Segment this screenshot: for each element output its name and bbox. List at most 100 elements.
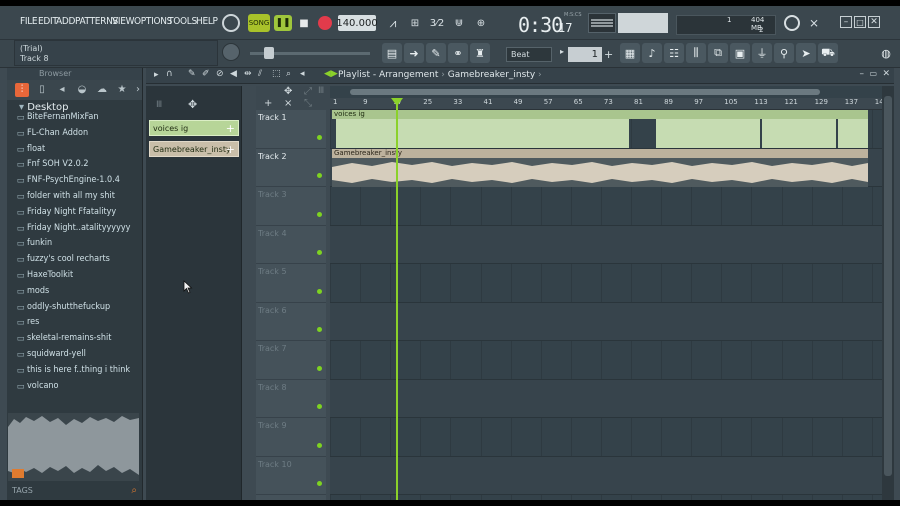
picker-clip-voices[interactable]: voices ig + xyxy=(149,120,239,136)
browser-folder[interactable]: ▭ BiteFernanMixFan xyxy=(7,110,143,126)
browser-folder[interactable]: ▭ folder with all my shit xyxy=(7,189,143,205)
sender-icon[interactable]: ➤ xyxy=(796,43,816,63)
channel-rack-icon[interactable]: ☷ xyxy=(664,43,684,63)
track-led-icon[interactable] xyxy=(317,327,322,332)
menu-file[interactable]: FILE xyxy=(20,16,38,30)
track-move-icon[interactable]: ✥ xyxy=(284,86,292,97)
clip-voices[interactable]: voices ig xyxy=(332,110,868,148)
menu-tools[interactable]: TOOLS xyxy=(168,16,197,30)
plugin-picker-icon[interactable]: ▣ xyxy=(730,43,750,63)
track-header[interactable]: Track 5 xyxy=(256,264,326,303)
playback-tool-icon[interactable]: ◂ xyxy=(300,69,305,79)
menu-add[interactable]: ADD xyxy=(56,16,75,30)
browser-star-icon[interactable]: ★ xyxy=(115,83,129,97)
track-led-icon[interactable] xyxy=(317,173,322,178)
magnet-icon[interactable]: ∩ xyxy=(166,69,173,79)
close-plugins-icon[interactable]: ⨯ xyxy=(806,14,822,32)
playlist-close-icon[interactable]: ✕ xyxy=(882,69,890,79)
slip-tool-icon[interactable]: ⇹ xyxy=(244,69,252,79)
browser-folder[interactable]: ▭ oddly-shutthefuckup xyxy=(7,300,143,316)
record-button[interactable] xyxy=(318,16,332,30)
metronome-icon[interactable]: ⩘ xyxy=(384,14,402,32)
close-icon[interactable]: ✕ xyxy=(868,16,880,28)
clip-inst[interactable]: Gamebreaker_insty xyxy=(332,148,868,187)
browser-more-icon[interactable]: › xyxy=(131,83,145,97)
browser-folder[interactable]: ▭ res xyxy=(7,315,143,331)
plugin-database-icon[interactable]: ⧉ xyxy=(708,43,728,63)
maximize-icon[interactable]: □ xyxy=(854,16,866,28)
menu-edit[interactable]: EDIT xyxy=(38,16,58,30)
time-display[interactable]: 0:30 17 M:S:CS xyxy=(512,12,582,37)
browser-folder[interactable]: ▭ Friday Night..atalityyyyyy xyxy=(7,221,143,237)
stamp-icon[interactable]: ♜ xyxy=(470,43,490,63)
playlist-maximize-icon[interactable]: ▭ xyxy=(869,69,877,78)
time-scroll-thumb[interactable] xyxy=(350,89,820,95)
playhead[interactable] xyxy=(391,98,403,500)
pattern-selector[interactable]: 1 xyxy=(568,47,602,62)
next-arrow-icon[interactable]: ➜ xyxy=(404,43,424,63)
browser-folder[interactable]: ▭ Fnf SOH V2.0.2 xyxy=(7,157,143,173)
picker-clip-inst[interactable]: Gamebreaker_insty + xyxy=(149,141,239,157)
track-header[interactable]: Track 6 xyxy=(256,303,326,341)
add-track-icon[interactable]: + xyxy=(264,98,272,109)
search-icon[interactable]: ⌕ xyxy=(131,484,137,498)
menu-options[interactable]: OPTIONS xyxy=(134,16,172,30)
brush-icon[interactable]: ✎ xyxy=(426,43,446,63)
mixer-icon[interactable]: ⫼ xyxy=(686,43,706,63)
cart-icon[interactable]: ⛟ xyxy=(818,43,838,63)
track-led-icon[interactable] xyxy=(317,250,322,255)
browser-all-icon[interactable]: ⫶ xyxy=(15,83,29,97)
paint-tool-icon[interactable]: ✐ xyxy=(202,69,210,79)
track-header[interactable]: Track 2 xyxy=(256,149,326,187)
track-header[interactable]: Track 1 xyxy=(256,110,326,149)
plug-icon[interactable]: ⏚ xyxy=(752,43,772,63)
playlist-minimize-icon[interactable]: – xyxy=(860,69,865,79)
playlist-view-icon[interactable]: ▦ xyxy=(620,43,640,63)
track-header[interactable]: Track 10 xyxy=(256,457,326,495)
browser-folder[interactable]: ▭ volcano xyxy=(7,379,143,395)
track-header[interactable]: Track 3 xyxy=(256,187,326,226)
countdown-icon[interactable]: 3⁄2 xyxy=(428,14,446,32)
track-led-icon[interactable] xyxy=(317,442,322,448)
browser-folder[interactable]: ▭ squidward-yell xyxy=(7,347,143,363)
browser-folder[interactable]: ▭ funkin xyxy=(7,236,143,252)
piano-roll-icon[interactable]: ♪ xyxy=(642,43,662,63)
track-header[interactable]: Track 4 xyxy=(256,226,326,264)
track-header[interactable]: Track 7 xyxy=(256,341,326,380)
track-led-icon[interactable] xyxy=(317,481,322,486)
menu-help[interactable]: HELP xyxy=(196,16,218,30)
browser-folder[interactable]: ▭ Friday Night Ffatalityy xyxy=(7,205,143,221)
browser-folder[interactable]: ▭ skeletal-remains-shit xyxy=(7,331,143,347)
menu-view[interactable]: VIEW xyxy=(112,16,134,30)
power-icon[interactable] xyxy=(784,15,800,31)
playhead-marker-icon[interactable] xyxy=(391,98,403,106)
delete-tool-icon[interactable]: ⊘ xyxy=(216,69,224,79)
loop-record-icon[interactable]: ⊕ xyxy=(472,14,490,32)
picker-clip-inst-add-icon[interactable]: + xyxy=(226,142,235,158)
pause-button[interactable]: ❚❚ xyxy=(274,15,292,31)
playlist-menu-arrow-icon[interactable]: ▸ xyxy=(154,70,159,80)
vertical-scroll-thumb[interactable] xyxy=(884,96,892,476)
browser-folder[interactable]: ▭ float xyxy=(7,142,143,158)
add-pattern-icon[interactable]: + xyxy=(604,47,614,62)
browser-plugin-icon[interactable]: ◒ xyxy=(75,83,89,97)
online-globe-icon[interactable]: ◍ xyxy=(876,43,896,63)
picker-clip-voices-add-icon[interactable]: + xyxy=(226,121,235,137)
minimize-icon[interactable]: – xyxy=(840,16,852,28)
snap-selector[interactable]: Beat xyxy=(506,47,552,62)
picker-move-icon[interactable]: ✥ xyxy=(188,98,197,111)
timeline-ruler[interactable]: 1917253341495765738189971051131211291371… xyxy=(330,98,888,110)
mute-tool-icon[interactable]: ◀ xyxy=(230,69,237,79)
track-header[interactable]: Track 8 xyxy=(256,380,326,418)
blend-notes-icon[interactable]: ⋓ xyxy=(450,14,468,32)
link-icon[interactable]: ⚭ xyxy=(448,43,468,63)
track-led-icon[interactable] xyxy=(317,134,322,140)
draw-tool-icon[interactable]: ✎ xyxy=(188,69,196,79)
track-led-icon[interactable] xyxy=(317,288,322,294)
browser-files-icon[interactable]: ▯ xyxy=(35,83,49,97)
browser-cloud-icon[interactable]: ☁ xyxy=(95,83,109,97)
track-led-icon[interactable] xyxy=(317,404,322,409)
browser-speaker-icon[interactable]: ◂ xyxy=(55,83,69,97)
slice-tool-icon[interactable]: ⫽ xyxy=(258,69,262,79)
slider-thumb[interactable] xyxy=(264,47,274,59)
